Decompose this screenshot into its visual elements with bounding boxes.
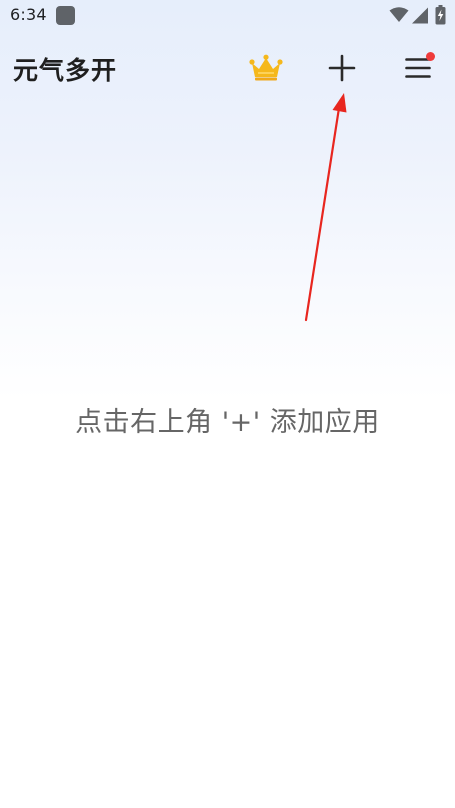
empty-state-hint: 点击右上角 '+' 添加应用 [75, 407, 380, 438]
app-notification-icon [56, 6, 75, 25]
add-app-button[interactable] [322, 50, 362, 90]
page-title: 元气多开 [13, 56, 118, 85]
plus-icon [328, 54, 356, 86]
menu-icon [405, 57, 431, 83]
crown-icon [249, 54, 283, 86]
status-time: 6:34 [10, 5, 47, 24]
vip-button[interactable] [244, 50, 288, 90]
app-bar: 元气多开 [0, 40, 455, 98]
cell-signal-icon [411, 7, 429, 28]
battery-charging-icon [435, 5, 446, 29]
status-bar: 6:34 [0, 0, 455, 32]
pointing-arrow [296, 88, 366, 332]
notification-dot [426, 52, 435, 61]
wifi-icon [389, 7, 409, 27]
